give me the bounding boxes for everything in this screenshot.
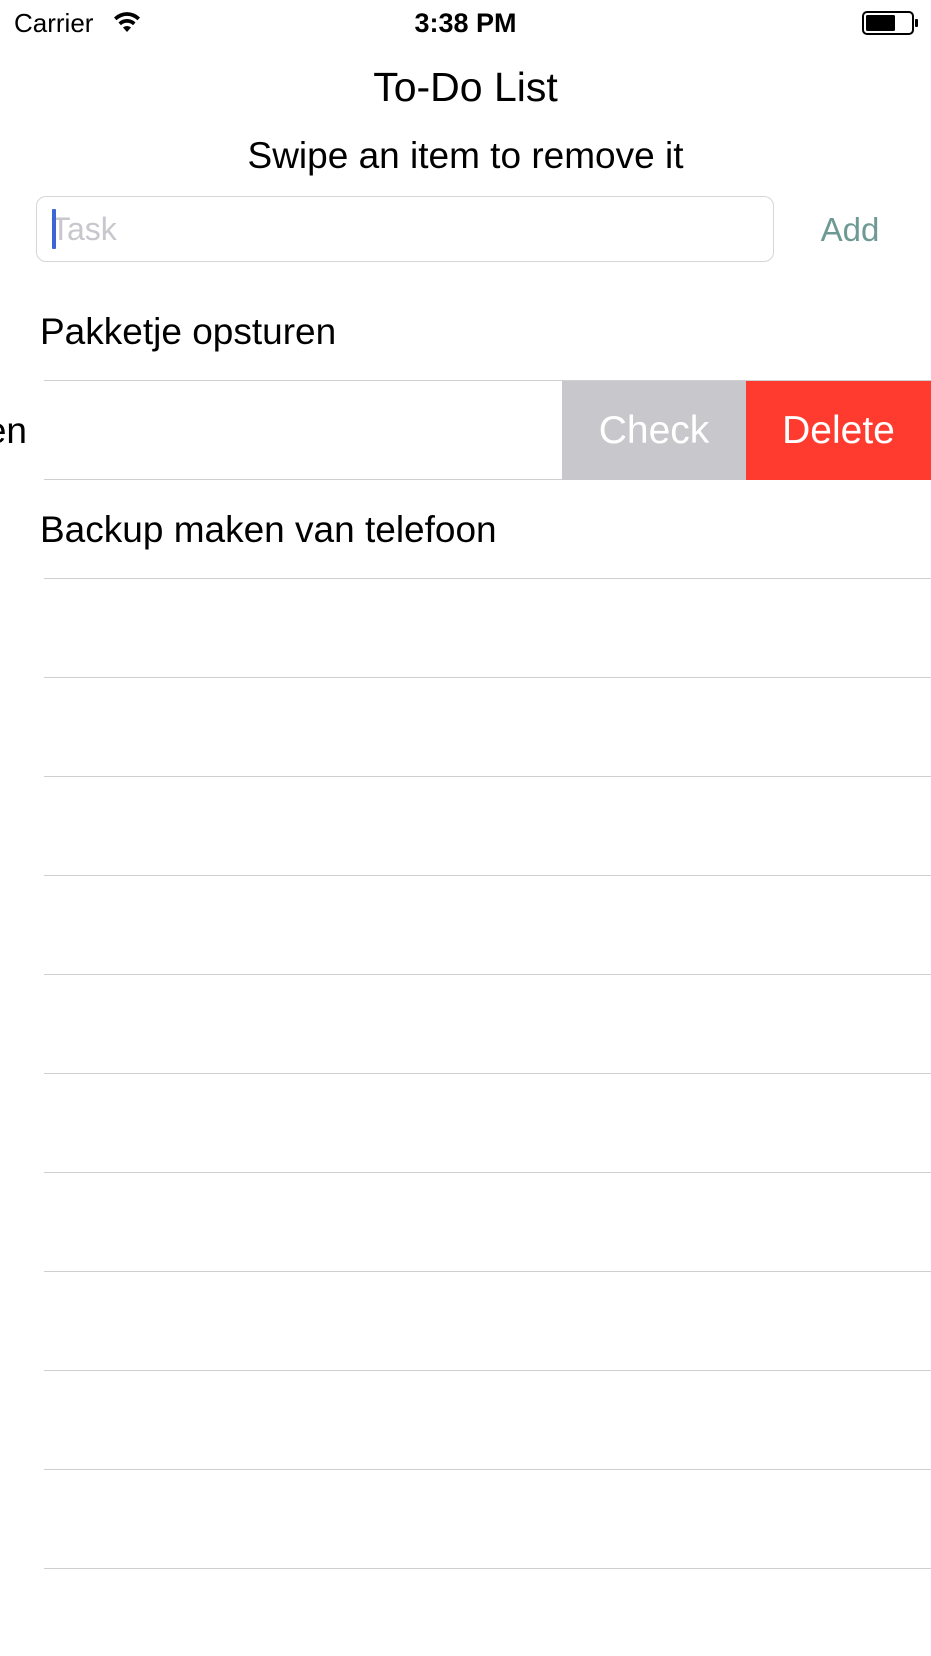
page-title: To-Do List (373, 64, 558, 110)
empty-row (0, 1470, 931, 1569)
text-cursor (52, 209, 56, 249)
empty-row (0, 579, 931, 678)
check-action-button[interactable]: Check (562, 381, 746, 480)
swiped-row-content[interactable]: Boodschappen doen (0, 381, 562, 480)
task-label: Boodschappen doen (0, 410, 27, 451)
status-time: 3:38 PM (414, 8, 517, 38)
empty-row (0, 1272, 931, 1371)
empty-row (0, 975, 931, 1074)
task-row[interactable]: Backup maken van telefoon (0, 480, 931, 579)
task-input-container (36, 196, 774, 262)
task-label: Pakketje opsturen (40, 311, 337, 352)
battery-icon (862, 11, 918, 35)
page-subtitle: Swipe an item to remove it (247, 135, 684, 176)
add-button[interactable]: Add (790, 200, 910, 260)
empty-row (0, 777, 931, 876)
delete-action-button[interactable]: Delete (746, 381, 931, 480)
empty-row (0, 876, 931, 975)
task-input[interactable] (51, 197, 761, 261)
empty-row (0, 1074, 931, 1173)
empty-row (0, 1173, 931, 1272)
status-bar: Carrier 3:38 PM (0, 0, 931, 46)
task-row[interactable]: Pakketje opsturen (0, 282, 931, 381)
task-row-swiped[interactable]: Boodschappen doen Check Delete (0, 381, 931, 480)
task-table[interactable]: Pakketje opsturen Boodschappen doen Chec… (0, 282, 931, 1656)
task-label: Backup maken van telefoon (40, 509, 497, 550)
empty-row (0, 678, 931, 777)
empty-row (0, 1371, 931, 1470)
row-separator (44, 1568, 931, 1569)
